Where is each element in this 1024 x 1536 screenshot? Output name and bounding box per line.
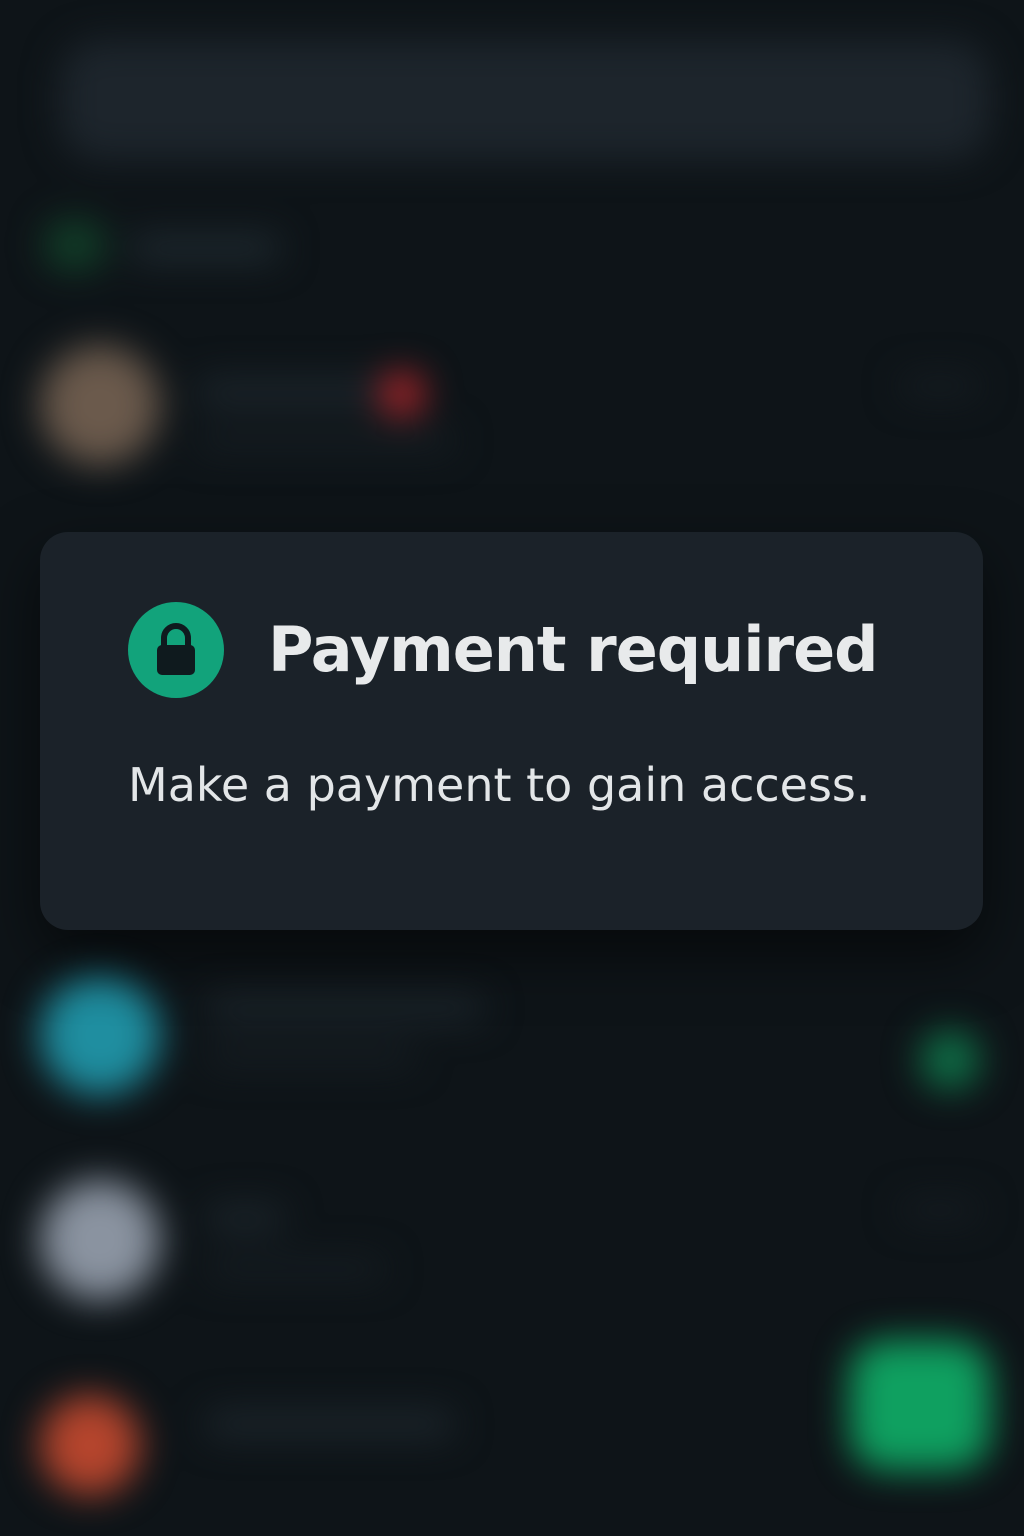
- conversation-name: [205, 1410, 455, 1438]
- conversation-time: [900, 1200, 980, 1220]
- conversation-preview: [195, 430, 455, 452]
- avatar: [40, 1180, 160, 1300]
- filter-chip-label: [130, 235, 280, 261]
- lock-badge: [128, 602, 224, 698]
- new-chat-button: [850, 1340, 990, 1470]
- conversation-preview: [205, 1258, 385, 1280]
- conversation-name: [205, 1205, 285, 1231]
- dialog-message: Make a payment to gain access.: [128, 758, 871, 812]
- conversation-name: [205, 995, 485, 1021]
- unread-badge: [920, 1030, 980, 1090]
- lock-icon: [157, 623, 195, 675]
- dialog-title: Payment required: [268, 613, 879, 686]
- unread-badge: [380, 372, 424, 416]
- conversation-preview: [205, 1045, 415, 1067]
- payment-required-dialog: Payment required Make a payment to gain …: [40, 532, 983, 930]
- conversation-name: [195, 378, 385, 406]
- avatar: [40, 1395, 140, 1495]
- conversation-time: [900, 375, 980, 397]
- screen: Payment required Make a payment to gain …: [0, 0, 1024, 1536]
- search-bar: [60, 40, 990, 160]
- filter-chip: [45, 220, 105, 270]
- avatar: [40, 345, 160, 465]
- avatar: [40, 975, 160, 1095]
